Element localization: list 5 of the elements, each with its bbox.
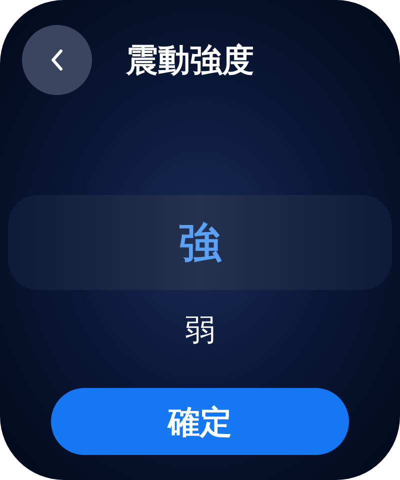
back-icon bbox=[50, 48, 64, 72]
picker-item[interactable]: 弱 bbox=[0, 290, 400, 370]
screen-title: 震動強度 bbox=[126, 40, 254, 81]
picker-selected-item[interactable]: 強 bbox=[8, 195, 392, 290]
confirm-button[interactable]: 確定 bbox=[51, 388, 349, 455]
